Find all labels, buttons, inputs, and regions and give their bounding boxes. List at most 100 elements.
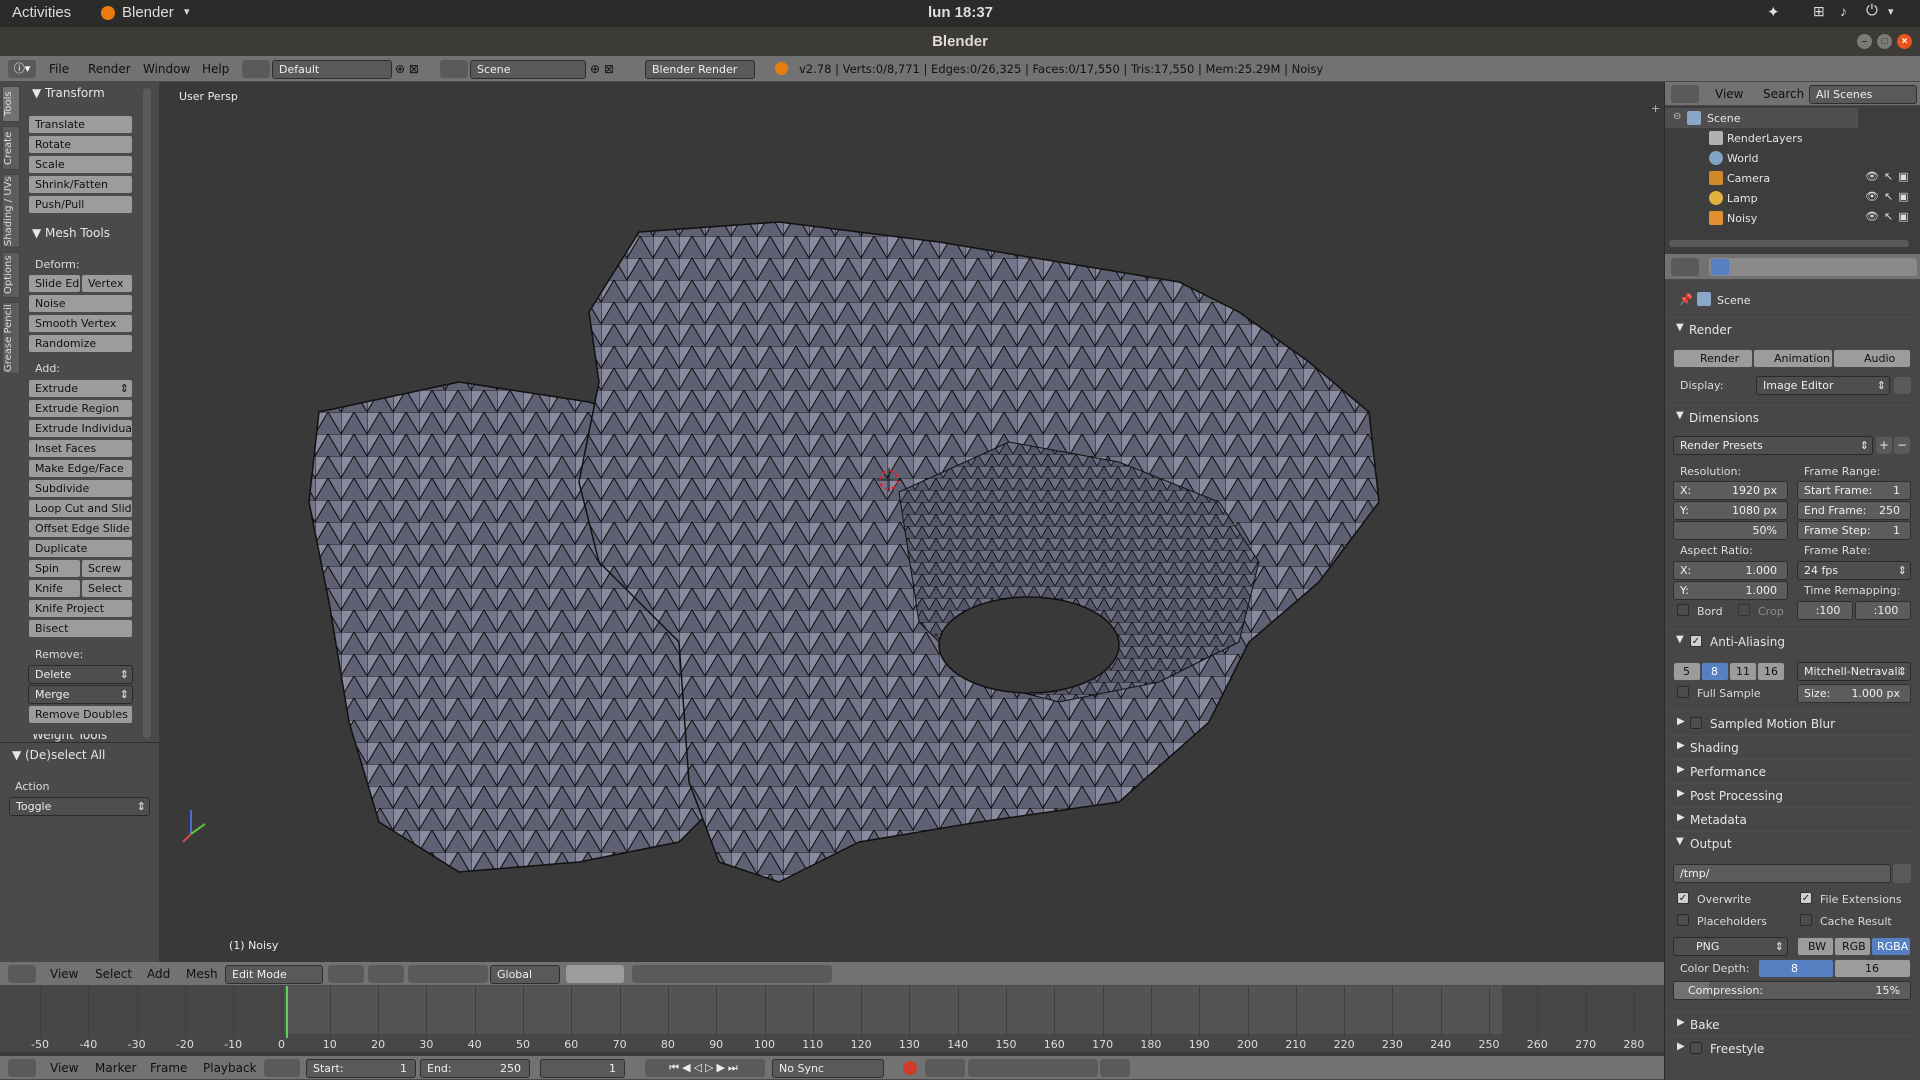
rotate-button[interactable]: Rotate: [28, 135, 133, 154]
menu-render[interactable]: Render: [88, 62, 131, 76]
shrink-fatten-button[interactable]: Shrink/Fatten: [28, 175, 133, 194]
freestyle-checkbox[interactable]: [1690, 1042, 1702, 1054]
tab-options[interactable]: Options: [2, 252, 20, 298]
loop-cut-button[interactable]: Loop Cut and Slide: [28, 499, 133, 518]
close-icon[interactable]: ×: [1897, 34, 1912, 49]
extrude-menu[interactable]: Extrude ⇕: [28, 379, 133, 398]
layout-icon[interactable]: [242, 60, 270, 78]
chevron-right-icon[interactable]: ▶: [1677, 1017, 1685, 1028]
subdivide-button[interactable]: Subdivide: [28, 479, 133, 498]
visibility-toggles-lamp[interactable]: 👁↖▣: [1865, 190, 1914, 203]
duplicate-button[interactable]: Duplicate: [28, 539, 133, 558]
border-checkbox[interactable]: [1677, 604, 1689, 616]
record-icon[interactable]: [903, 1061, 917, 1075]
image-editor-icon[interactable]: [1894, 377, 1911, 394]
menu-frame[interactable]: Frame: [150, 1061, 187, 1075]
snap-proportional-tools[interactable]: [632, 965, 832, 983]
outliner-item-renderlayers[interactable]: RenderLayers: [1727, 132, 1803, 145]
outliner-item-scene[interactable]: Scene: [1707, 112, 1741, 125]
context-tabs[interactable]: [1709, 258, 1917, 276]
chevron-down-icon[interactable]: ▼: [1676, 410, 1684, 421]
chevron-down-icon[interactable]: ▼: [1676, 836, 1684, 847]
menu-window[interactable]: Window: [143, 62, 190, 76]
compression-slider[interactable]: Compression: 15%: [1673, 981, 1911, 1000]
inset-faces-button[interactable]: Inset Faces: [28, 439, 133, 458]
color-depth-8-button[interactable]: 8: [1758, 959, 1834, 978]
spin-button[interactable]: Spin: [28, 559, 81, 578]
outliner-item-lamp[interactable]: Lamp: [1727, 192, 1758, 205]
render-presets-select[interactable]: Render Presets ⇕: [1673, 436, 1873, 455]
tab-tools[interactable]: Tools: [2, 86, 20, 122]
playback-controls[interactable]: ⏮◀◁▷▶⏭: [645, 1059, 765, 1077]
time-remap-new-field[interactable]: :100: [1855, 601, 1911, 620]
delete-menu[interactable]: Delete ⇕: [28, 665, 133, 684]
render-panel-title[interactable]: Render: [1689, 323, 1732, 337]
screw-button[interactable]: Screw: [81, 559, 133, 578]
folder-icon[interactable]: [1893, 864, 1911, 883]
scale-button[interactable]: Scale: [28, 155, 133, 174]
shading-select[interactable]: [328, 965, 364, 983]
editor-type-icon[interactable]: [1671, 85, 1699, 103]
add-preset-icon[interactable]: +: [1876, 437, 1892, 454]
extrude-individual-button[interactable]: Extrude Individual: [28, 419, 133, 438]
plus-icon[interactable]: +: [1651, 102, 1660, 115]
time-remap-old-field[interactable]: :100: [1797, 601, 1853, 620]
outliner-item-camera[interactable]: Camera: [1727, 172, 1770, 185]
resolution-x-field[interactable]: X: 1920 px: [1673, 481, 1788, 500]
post-processing-panel-title[interactable]: Post Processing: [1690, 789, 1783, 803]
visibility-toggles-noisy[interactable]: 👁↖▣: [1865, 210, 1914, 223]
color-bw-button[interactable]: BW: [1797, 937, 1834, 956]
output-path-field[interactable]: /tmp/: [1673, 864, 1891, 883]
knife-button[interactable]: Knife: [28, 579, 81, 598]
color-rgba-button[interactable]: RGBA: [1871, 937, 1911, 956]
activities-button[interactable]: Activities: [12, 4, 71, 21]
remove-preset-icon[interactable]: −: [1894, 437, 1910, 454]
anti-aliasing-panel-title[interactable]: Anti-Aliasing: [1710, 635, 1785, 649]
dimensions-panel-title[interactable]: Dimensions: [1689, 411, 1759, 425]
anti-aliasing-checkbox[interactable]: ✓: [1690, 635, 1702, 647]
chevron-right-icon[interactable]: ▶: [1677, 812, 1685, 823]
mesh-object[interactable]: [159, 82, 1664, 962]
chevron-right-icon[interactable]: ▶: [1677, 764, 1685, 775]
metadata-panel-title[interactable]: Metadata: [1690, 813, 1747, 827]
power-icon[interactable]: ⏻: [1866, 2, 1878, 19]
volume-icon[interactable]: ♪: [1840, 3, 1847, 19]
tool-shelf-scrollbar[interactable]: [143, 88, 151, 738]
merge-menu[interactable]: Merge ⇕: [28, 685, 133, 704]
crop-checkbox[interactable]: [1738, 604, 1750, 616]
full-sample-checkbox[interactable]: [1677, 686, 1689, 698]
make-edge-face-button[interactable]: Make Edge/Face: [28, 459, 133, 478]
menu-view[interactable]: View: [50, 1061, 78, 1075]
aa-filter-select[interactable]: Mitchell-Netravali ⇕: [1797, 662, 1911, 681]
animation-button[interactable]: Animation: [1753, 349, 1833, 368]
remove-doubles-button[interactable]: Remove Doubles: [28, 705, 133, 724]
tab-grease-pencil[interactable]: Grease Pencil: [2, 302, 20, 374]
render-button[interactable]: Render: [1673, 349, 1753, 368]
freestyle-panel-title[interactable]: Freestyle: [1710, 1042, 1764, 1056]
start-frame-field[interactable]: Start Frame: 1: [1797, 481, 1911, 500]
orientation-select[interactable]: Global: [490, 965, 560, 984]
add-layout-icon[interactable]: ⊕ ⊠: [395, 62, 419, 76]
shading-panel-title[interactable]: Shading: [1690, 741, 1739, 755]
chevron-down-icon[interactable]: ▼: [32, 226, 41, 240]
layout-field[interactable]: Default: [272, 60, 392, 79]
menu-mesh[interactable]: Mesh: [186, 967, 218, 981]
end-frame-field[interactable]: End Frame: 250: [1797, 501, 1911, 520]
chevron-right-icon[interactable]: ▶: [1677, 740, 1685, 751]
editor-type-icon[interactable]: [8, 965, 36, 983]
chevron-down-icon[interactable]: ▼: [12, 748, 21, 762]
editor-type-icon[interactable]: [1671, 258, 1699, 276]
timeline[interactable]: [0, 986, 1664, 1052]
resolution-y-field[interactable]: Y: 1080 px: [1673, 501, 1788, 520]
extrude-region-button[interactable]: Extrude Region: [28, 399, 133, 418]
aa-samples-16[interactable]: 16: [1757, 662, 1785, 681]
start-frame-field[interactable]: Start: 1: [306, 1059, 416, 1078]
performance-panel-title[interactable]: Performance: [1690, 765, 1766, 779]
manipulator-toggles[interactable]: [408, 965, 488, 983]
menu-select[interactable]: Select: [95, 967, 132, 981]
motion-blur-checkbox[interactable]: [1690, 717, 1702, 729]
clock[interactable]: lun 18:37: [928, 4, 993, 21]
overwrite-checkbox[interactable]: ✓: [1677, 892, 1689, 904]
outliner-item-world[interactable]: World: [1727, 152, 1759, 165]
3d-viewport[interactable]: User Persp (1) Noisy +: [159, 82, 1664, 962]
